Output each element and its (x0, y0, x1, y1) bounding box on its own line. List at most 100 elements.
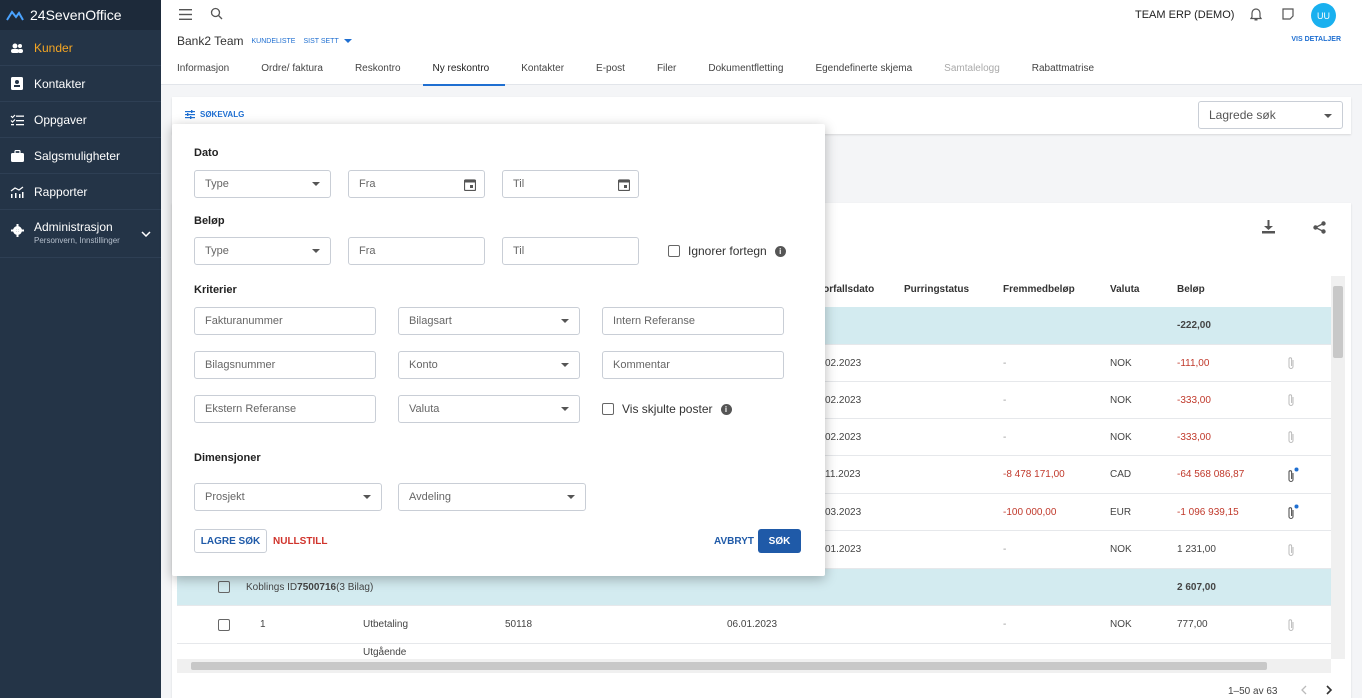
scrollbar-thumb[interactable] (191, 662, 1267, 670)
select-value: Type (205, 245, 229, 257)
sidebar-item-kunder[interactable]: Kunder (0, 30, 161, 66)
search-icon[interactable] (210, 7, 223, 23)
amount: -111,00 (1177, 357, 1210, 369)
vertical-scrollbar[interactable] (1331, 276, 1345, 659)
chevron-left-icon[interactable] (1300, 684, 1308, 698)
paperclip-icon[interactable] (1287, 345, 1295, 381)
entry-type: Utbetaling (363, 619, 409, 630)
column-header-forfallsdato[interactable]: Forfallsdato (817, 284, 874, 295)
tab-rabattmatrise[interactable]: Rabattmatrise (1032, 52, 1094, 85)
tab-filer[interactable]: Filer (657, 52, 676, 85)
voucher-number-field[interactable]: Bilagsnummer (194, 351, 376, 379)
horizontal-scrollbar[interactable] (177, 659, 1331, 673)
paperclip-attached-icon[interactable] (1287, 494, 1299, 530)
sidebar-item-rapporter[interactable]: Rapporter (0, 174, 161, 210)
foreign-amount: - (1003, 619, 1007, 630)
paperclip-icon[interactable] (1287, 382, 1295, 418)
sidebar-item-oppgaver[interactable]: Oppgaver (0, 102, 161, 138)
tab-ny-reskontro[interactable]: Ny reskontro (422, 52, 505, 86)
customer-list-link[interactable]: KUNDELISTE (252, 38, 296, 45)
tab-informasjon[interactable]: Informasjon (177, 52, 229, 85)
menu-icon[interactable] (179, 9, 192, 23)
sidebar-item-administrasjon[interactable]: Administrasjon Personvern, Innstillinger (0, 210, 161, 258)
save-search-button[interactable]: LAGRE SØK (194, 529, 267, 553)
voucher-type-select[interactable]: Bilagsart (398, 307, 580, 335)
reset-button[interactable]: NULLSTILL (273, 529, 327, 553)
tab-kontakter[interactable]: Kontakter (521, 52, 564, 85)
search-options-dialog: Dato Type Fra Til Beløp Type Fra Til Ign… (172, 124, 825, 576)
sidebar-item-kontakter[interactable]: Kontakter (0, 66, 161, 102)
brand-name: 24SevenOffice (30, 7, 122, 23)
date-type-select[interactable]: Type (194, 170, 331, 198)
tab-reskontro[interactable]: Reskontro (355, 52, 401, 85)
calendar-icon[interactable] (463, 178, 477, 194)
avatar[interactable]: UU (1311, 3, 1336, 28)
currency: NOK (1110, 619, 1132, 630)
company-name[interactable]: TEAM ERP (DEMO) (1135, 9, 1234, 21)
row-checkbox[interactable] (218, 606, 230, 643)
chevron-down-icon[interactable] (141, 226, 151, 240)
comment-field[interactable]: Kommentar (602, 351, 784, 379)
show-details-link[interactable]: VIS DETALJER (1291, 36, 1341, 43)
amount-to-field[interactable]: Til (502, 237, 639, 265)
tab-egendefinerte-skjema[interactable]: Egendefinerte skjema (815, 52, 912, 85)
external-reference-field[interactable]: Ekstern Referanse (194, 395, 376, 423)
ignore-sign-checkbox[interactable]: Ignorer fortegn i (668, 244, 786, 258)
download-icon[interactable] (1262, 220, 1275, 237)
invoice-number-field[interactable]: Fakturanummer (194, 307, 376, 335)
amount-from-field[interactable]: Fra (348, 237, 485, 265)
caret-down-icon[interactable] (343, 39, 352, 43)
foreign-amount: - (1003, 544, 1007, 555)
amount: 2 607,00 (1177, 581, 1216, 593)
amount: -333,00 (1177, 431, 1211, 443)
show-hidden-entries-checkbox[interactable]: Vis skjulte poster i (602, 402, 732, 416)
department-select[interactable]: Avdeling (398, 483, 586, 511)
table-row[interactable]: 1 Utbetaling 50118 06.01.2023 - NOK 777,… (177, 606, 1331, 644)
sidebar: 24SevenOffice Kunder Kontakter Oppgaver … (0, 0, 161, 698)
chevron-right-icon[interactable] (1325, 684, 1333, 698)
column-header-belop[interactable]: Beløp (1177, 284, 1205, 295)
info-icon[interactable]: i (720, 403, 732, 415)
bell-icon[interactable] (1249, 7, 1263, 24)
share-icon[interactable] (1313, 221, 1326, 237)
internal-reference-field[interactable]: Intern Referanse (602, 307, 784, 335)
currency-select[interactable]: Valuta (398, 395, 580, 423)
tab-ordre-faktura[interactable]: Ordre/ faktura (261, 52, 323, 85)
saved-searches-select[interactable]: Lagrede søk (1198, 101, 1343, 129)
date-from-field[interactable]: Fra (348, 170, 485, 198)
info-icon[interactable]: i (774, 245, 786, 257)
paperclip-attached-icon[interactable] (1287, 456, 1299, 493)
account-select[interactable]: Konto (398, 351, 580, 379)
recently-viewed-link[interactable]: SIST SETT (303, 38, 338, 45)
paperclip-icon[interactable] (1287, 531, 1295, 568)
caret-down-icon (1324, 114, 1332, 118)
column-header-fremmedbelop[interactable]: Fremmedbeløp (1003, 284, 1075, 295)
project-select[interactable]: Prosjekt (194, 483, 382, 511)
select-value: Type (205, 178, 229, 190)
column-header-purringstatus[interactable]: Purringstatus (904, 284, 969, 295)
caret-down-icon (567, 495, 575, 499)
search-options-toggle[interactable]: SØKEVALG (185, 110, 244, 119)
table-row[interactable]: Utgående (177, 644, 1331, 659)
due-date: 02.2023 (825, 357, 862, 369)
placeholder: Fakturanummer (205, 315, 283, 327)
placeholder: Til (513, 178, 525, 190)
placeholder: Fra (359, 245, 376, 257)
calendar-icon[interactable] (617, 178, 631, 194)
cancel-button[interactable]: AVBRYT (714, 529, 754, 553)
date-to-field[interactable]: Til (502, 170, 639, 198)
amount-type-select[interactable]: Type (194, 237, 331, 265)
scrollbar-thumb[interactable] (1333, 286, 1343, 358)
tab-e-post[interactable]: E-post (596, 52, 625, 85)
currency: NOK (1110, 431, 1132, 443)
paperclip-icon[interactable] (1287, 606, 1295, 643)
section-title-belop: Beløp (194, 215, 225, 227)
sidebar-item-salgsmuligheter[interactable]: Salgsmuligheter (0, 138, 161, 174)
column-header-valuta[interactable]: Valuta (1110, 284, 1139, 295)
tab-dokumentfletting[interactable]: Dokumentfletting (708, 52, 783, 85)
search-button[interactable]: SØK (758, 529, 801, 553)
notes-icon[interactable] (1282, 8, 1294, 23)
brand[interactable]: 24SevenOffice (0, 0, 161, 30)
gear-icon (10, 223, 24, 237)
paperclip-icon[interactable] (1287, 419, 1295, 455)
